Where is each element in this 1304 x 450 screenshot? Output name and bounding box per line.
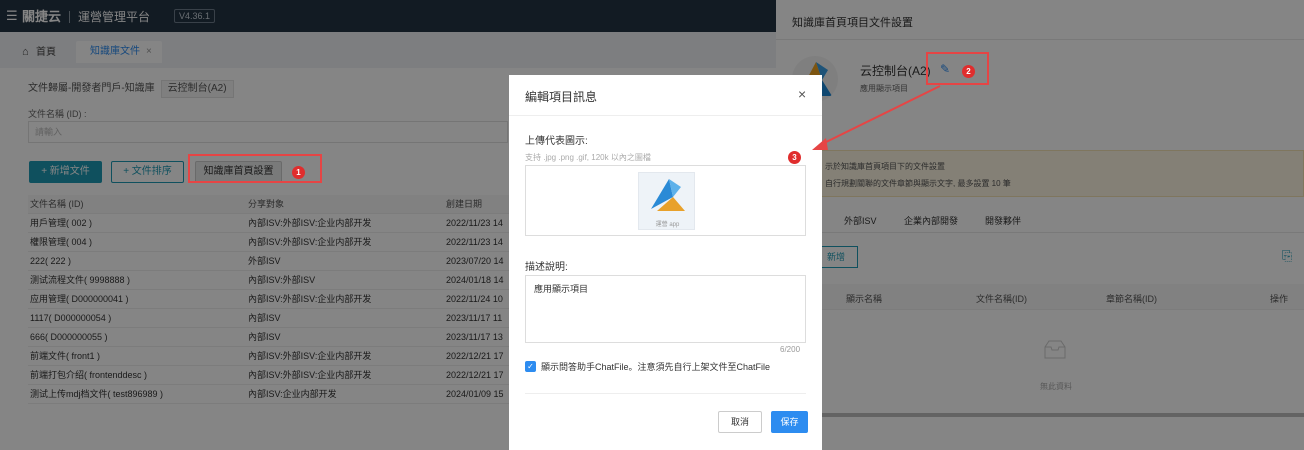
- description-label: 描述說明:: [525, 262, 568, 273]
- edit-item-modal: 編輯項目訊息 × 上傳代表圖示: 支持 .jpg .png .gif, 120k…: [509, 75, 822, 450]
- save-button[interactable]: 保存: [771, 411, 808, 433]
- image-upload-area[interactable]: 運營 app: [525, 165, 806, 236]
- close-icon[interactable]: ×: [798, 86, 806, 102]
- step-badge-3: 3: [788, 151, 801, 164]
- highlight-box-edit: [926, 52, 989, 85]
- step-badge-1: 1: [292, 166, 305, 179]
- modal-title: 編輯項目訊息: [525, 90, 598, 104]
- upload-label: 上傳代表圖示:: [525, 136, 588, 147]
- divider: [509, 115, 822, 116]
- thumbnail-caption: 運營 app: [655, 222, 680, 228]
- description-textarea[interactable]: 應用顯示項目: [525, 275, 806, 343]
- cancel-button[interactable]: 取消: [718, 411, 762, 433]
- upload-hint: 支持 .jpg .png .gif, 120k 以內之圖檔: [525, 153, 651, 162]
- divider: [525, 393, 806, 394]
- char-counter: 6/200: [780, 345, 801, 354]
- chatfile-checkbox-label: 顯示問答助手ChatFile。注意須先自行上架文件至ChatFile: [541, 362, 771, 372]
- step-badge-2: 2: [962, 65, 975, 78]
- uploaded-image-thumbnail: 運營 app: [638, 172, 695, 230]
- chatfile-checkbox[interactable]: ✓: [525, 361, 536, 372]
- app-logo-icon: [651, 179, 685, 211]
